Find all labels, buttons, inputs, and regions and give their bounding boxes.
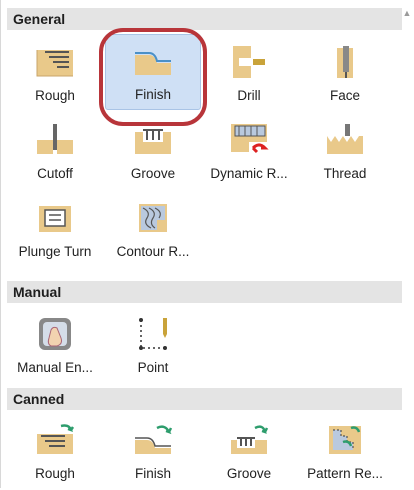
canned-finish-icon bbox=[133, 422, 173, 458]
tile-label: Pattern Re... bbox=[307, 466, 383, 481]
groove-icon bbox=[133, 122, 173, 158]
canned-groove-icon bbox=[229, 422, 269, 458]
face-icon bbox=[325, 44, 365, 80]
tile-canned-finish[interactable]: Finish bbox=[105, 414, 201, 490]
tile-canned-rough[interactable]: Rough bbox=[7, 414, 103, 490]
tile-general-plunge-turn[interactable]: Plunge Turn bbox=[7, 192, 103, 268]
tile-general-drill[interactable]: Drill bbox=[201, 36, 297, 112]
section-header-canned[interactable]: Canned bbox=[7, 388, 402, 410]
tile-general-face[interactable]: Face bbox=[297, 36, 393, 112]
tile-label: Thread bbox=[323, 166, 367, 181]
tile-canned-pattern-repeat[interactable]: Pattern Re... bbox=[297, 414, 393, 490]
section-header-general[interactable]: General bbox=[7, 8, 402, 30]
tile-label: Dynamic R... bbox=[210, 166, 288, 181]
tile-general-cutoff[interactable]: Cutoff bbox=[7, 114, 103, 190]
tile-label: Groove bbox=[130, 166, 176, 181]
canned-rough-icon bbox=[35, 422, 75, 458]
tile-general-thread[interactable]: Thread bbox=[297, 114, 393, 190]
tile-label: Face bbox=[329, 88, 360, 103]
finish-icon bbox=[133, 43, 173, 79]
manual-entry-icon bbox=[35, 316, 75, 352]
scroll-up-icon[interactable]: ▲ bbox=[402, 8, 412, 18]
tile-label: Rough bbox=[35, 88, 75, 103]
tile-general-dynamic-rough[interactable]: Dynamic R... bbox=[201, 114, 297, 190]
tile-label: Cutoff bbox=[37, 166, 73, 181]
tile-label: Rough bbox=[35, 466, 75, 481]
rough-icon bbox=[35, 44, 75, 80]
section-header-manual[interactable]: Manual bbox=[7, 281, 402, 303]
thread-icon bbox=[325, 122, 365, 158]
tile-label: Groove bbox=[226, 466, 272, 481]
contour-rough-icon bbox=[133, 200, 173, 236]
toolpath-gallery-panel: ▲ General Rough Finish Drill Face Cutoff bbox=[0, 0, 414, 488]
tile-canned-groove[interactable]: Groove bbox=[201, 414, 297, 490]
drill-icon bbox=[229, 44, 269, 80]
tile-label: Contour R... bbox=[116, 244, 190, 259]
tile-label: Plunge Turn bbox=[18, 244, 92, 259]
tile-manual-point[interactable]: Point bbox=[105, 308, 201, 384]
tile-general-finish[interactable]: Finish bbox=[105, 34, 201, 110]
tile-general-groove[interactable]: Groove bbox=[105, 114, 201, 190]
tile-general-rough[interactable]: Rough bbox=[7, 36, 103, 112]
tile-label: Point bbox=[137, 360, 169, 375]
pattern-repeat-icon bbox=[325, 422, 365, 458]
dynamic-rough-icon bbox=[229, 122, 269, 158]
tile-label: Finish bbox=[134, 87, 171, 102]
tile-manual-entry[interactable]: Manual En... bbox=[7, 308, 103, 384]
cutoff-icon bbox=[35, 122, 75, 158]
point-icon bbox=[133, 316, 173, 352]
tile-label: Manual En... bbox=[17, 360, 93, 375]
tile-general-contour-rough[interactable]: Contour R... bbox=[105, 192, 201, 268]
tile-label: Drill bbox=[237, 88, 261, 103]
tile-label: Finish bbox=[134, 466, 171, 481]
plunge-turn-icon bbox=[35, 200, 75, 236]
